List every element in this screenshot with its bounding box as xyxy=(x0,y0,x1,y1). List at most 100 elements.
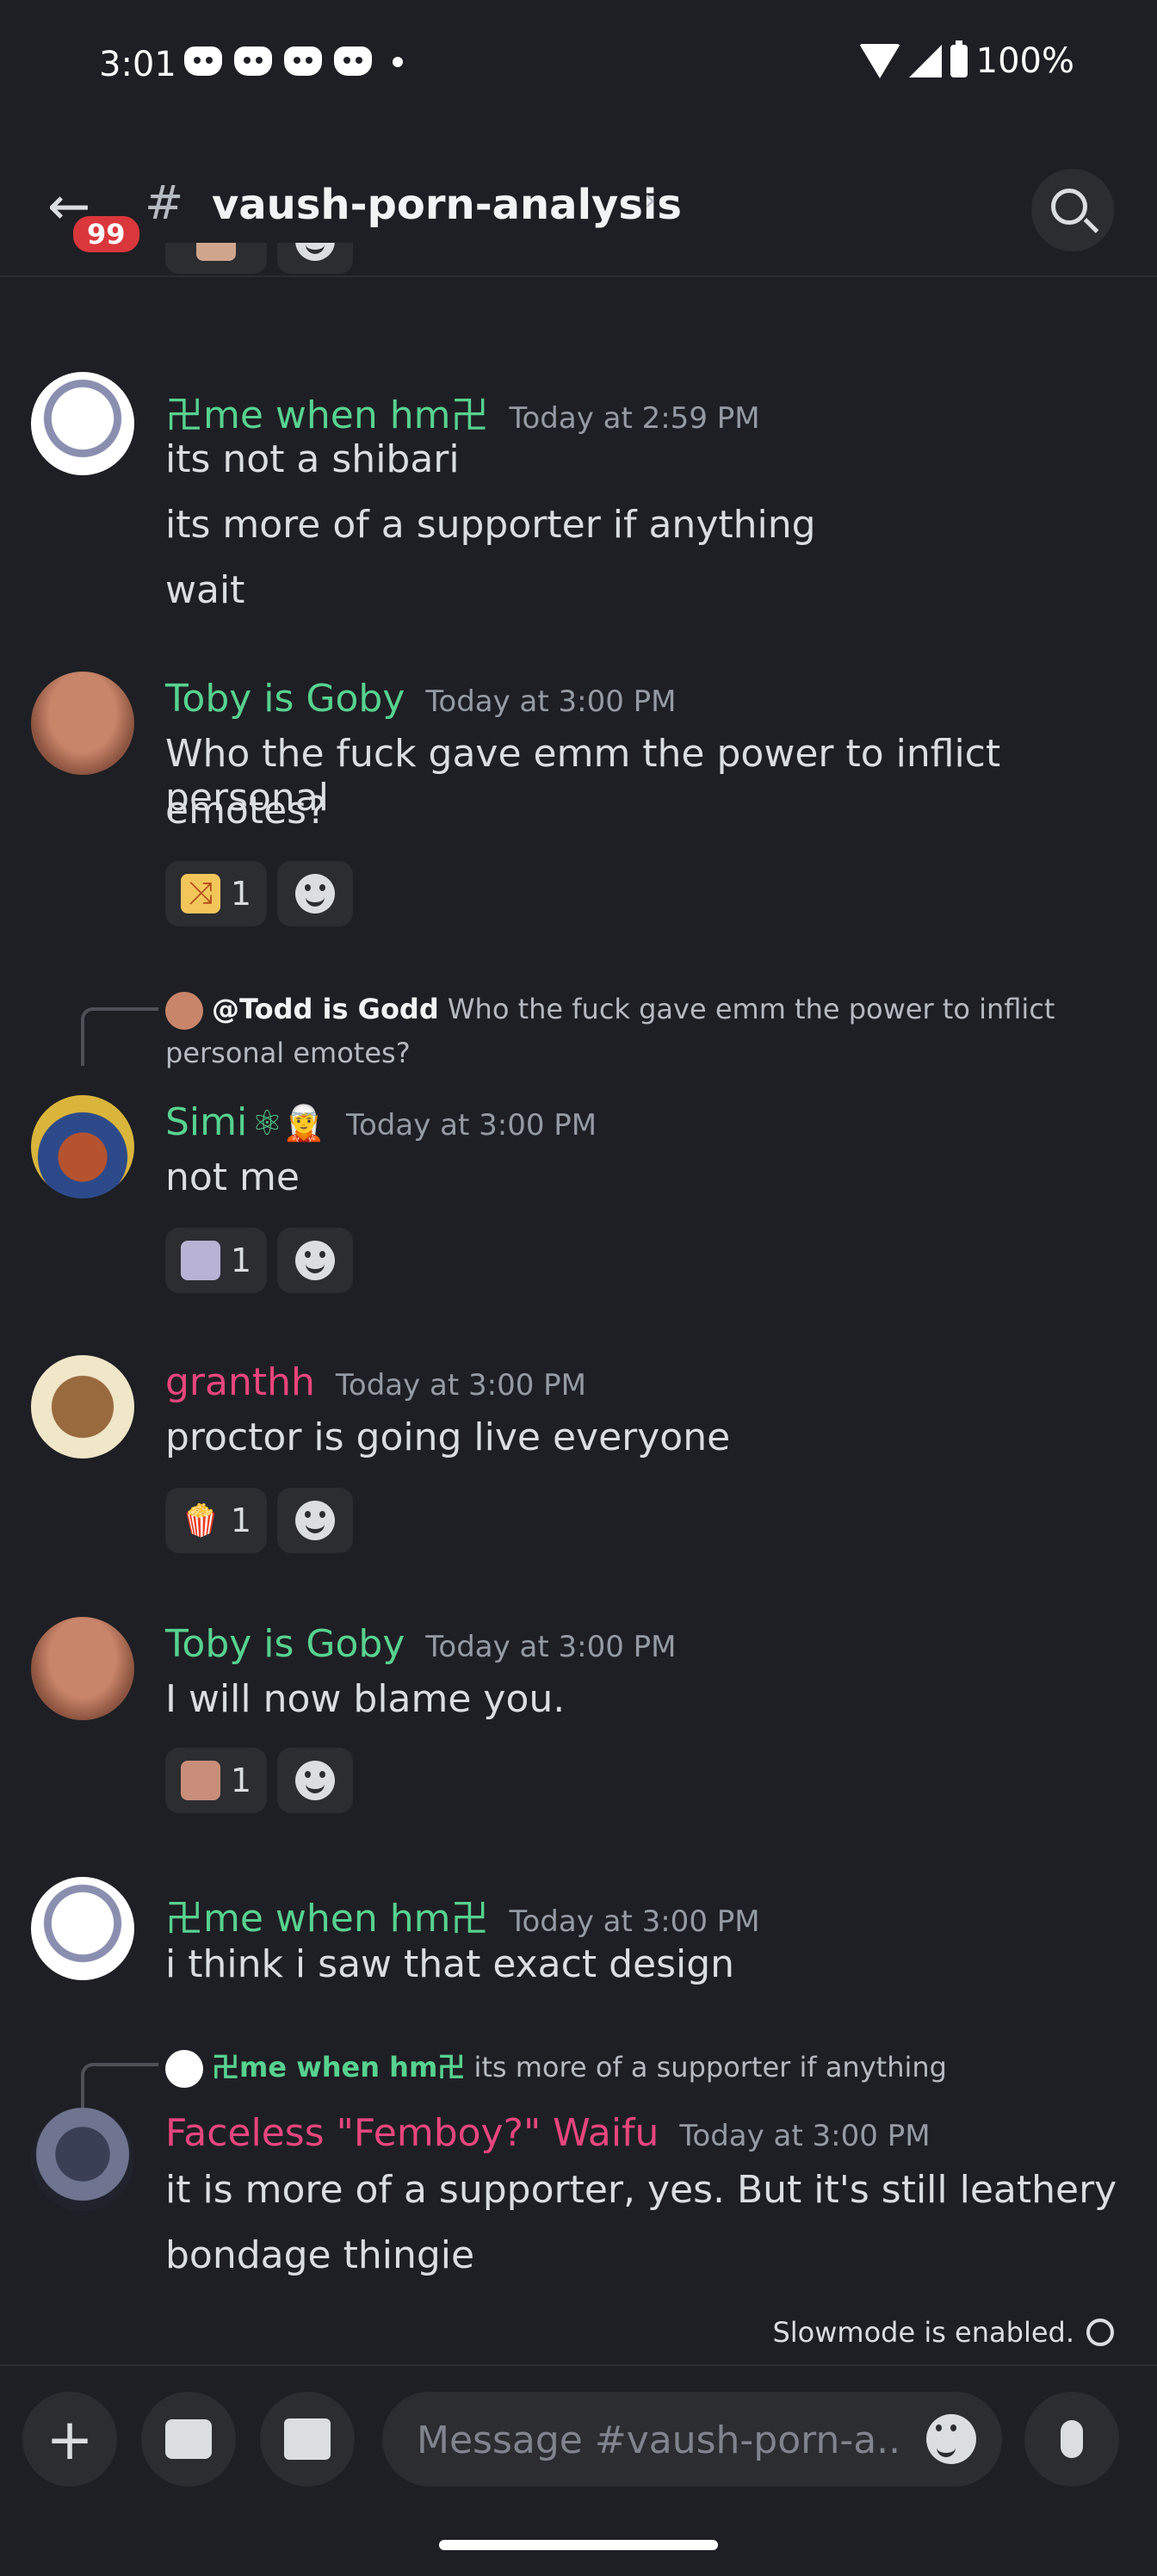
add-reaction-button[interactable] xyxy=(277,1228,353,1293)
search-icon xyxy=(1051,189,1087,225)
reaction-count: 1 xyxy=(230,1502,252,1539)
reactions: ⤨ 1 xyxy=(165,861,353,926)
reaction-pill[interactable]: ⤨ 1 xyxy=(165,861,267,926)
voice-button[interactable] xyxy=(1024,2392,1119,2486)
battery-percent: 100% xyxy=(975,41,1074,81)
search-button[interactable] xyxy=(1031,169,1114,251)
message-text: it is more of a supporter, yes. But it's… xyxy=(165,2168,1117,2212)
discord-icon xyxy=(184,46,222,76)
message-header: granthh Today at 3:00 PM xyxy=(165,1360,586,1404)
message-header: Toby is Goby Today at 3:00 PM xyxy=(165,677,677,721)
message-text: I will now blame you. xyxy=(165,1677,566,1721)
home-indicator[interactable] xyxy=(439,2540,718,2550)
emote-icon xyxy=(180,1241,220,1280)
avatar[interactable] xyxy=(31,672,134,775)
message-text: i think i saw that exact design xyxy=(165,1942,735,1986)
channel-title[interactable]: vaush-porn-analysis xyxy=(212,181,682,229)
message-header: Toby is Goby Today at 3:00 PM xyxy=(165,1622,677,1666)
reaction-pill[interactable]: 1 xyxy=(165,1748,267,1813)
add-reaction-icon xyxy=(295,1501,335,1540)
author-name[interactable]: 卍me when hm卍 xyxy=(165,393,488,437)
message-header: 卍me when hm卍 Today at 3:00 PM xyxy=(165,1887,760,1942)
message-text: not me xyxy=(165,1155,300,1199)
gift-icon xyxy=(284,2418,331,2460)
popcorn-icon: 🍿 xyxy=(181,1503,220,1539)
timestamp: Today at 3:00 PM xyxy=(425,1630,677,1664)
mic-icon xyxy=(1061,2420,1083,2458)
plus-button[interactable]: + xyxy=(22,2392,117,2486)
message-header: Simi ⚛🧝 Today at 3:00 PM xyxy=(165,1100,597,1144)
plus-icon: + xyxy=(46,2406,94,2473)
reply-connector xyxy=(81,1007,158,1066)
emote-icon: ⤨ xyxy=(180,874,220,913)
avatar[interactable] xyxy=(31,372,134,475)
timer-icon xyxy=(1086,2319,1114,2346)
status-time: 3:01 xyxy=(99,45,176,84)
image-icon xyxy=(165,2419,212,2459)
avatar[interactable] xyxy=(31,1877,134,1980)
author-name[interactable]: Faceless "Femboy?" Waifu xyxy=(165,2111,659,2155)
author-name[interactable]: granthh xyxy=(165,1360,315,1404)
cut-reactions xyxy=(165,243,353,307)
discord-icon xyxy=(234,46,272,76)
timestamp: Today at 3:00 PM xyxy=(346,1108,597,1142)
slowmode-text: Slowmode is enabled. xyxy=(772,2316,1074,2349)
hash-icon: # xyxy=(145,176,184,230)
add-reaction-icon xyxy=(295,1761,335,1800)
system-status: 100% xyxy=(858,40,1074,81)
notification-icons xyxy=(184,46,403,76)
chevron-right-icon[interactable]: › xyxy=(644,183,656,218)
author-name[interactable]: Simi xyxy=(165,1100,247,1144)
reply-snippet-continued: personal emotes? xyxy=(165,1037,411,1069)
author-name[interactable]: Toby is Goby xyxy=(165,1622,405,1666)
wifi-icon xyxy=(858,44,900,78)
reply-author: @Todd is Godd xyxy=(212,993,439,1025)
add-reaction-button[interactable] xyxy=(277,1488,353,1553)
reaction-pill[interactable]: 🍿 1 xyxy=(165,1488,267,1553)
emoji-button[interactable] xyxy=(926,2414,976,2464)
reply-preview[interactable]: @Todd is Godd Who the fuck gave emm the … xyxy=(165,992,1055,1030)
reaction-pill[interactable]: 1 xyxy=(165,1228,267,1293)
author-name[interactable]: Toby is Goby xyxy=(165,677,405,721)
reaction-count: 1 xyxy=(230,1242,252,1279)
gift-button[interactable] xyxy=(260,2392,355,2486)
emote-icon xyxy=(180,1761,220,1800)
reaction-pill[interactable] xyxy=(165,243,267,274)
message-input[interactable] xyxy=(415,2392,900,2488)
reaction-count: 1 xyxy=(230,1762,252,1799)
timestamp: Today at 3:00 PM xyxy=(509,1904,760,1939)
message-text: bondage thingie xyxy=(165,2233,475,2277)
reply-preview[interactable]: 卍me when hm卍 its more of a supporter if … xyxy=(165,2046,947,2088)
reactions: 🍿 1 xyxy=(165,1488,353,1553)
reply-snippet: its more of a supporter if anything xyxy=(473,2051,947,2084)
timestamp: Today at 2:59 PM xyxy=(509,401,760,436)
reply-snippet: Who the fuck gave emm the power to infli… xyxy=(447,993,1055,1025)
emoji-icon xyxy=(926,2414,976,2464)
author-name[interactable]: 卍me when hm卍 xyxy=(165,1897,488,1941)
add-reaction-icon xyxy=(295,1241,335,1280)
unread-badge: 99 xyxy=(69,212,144,257)
message-header: Faceless "Femboy?" Waifu Today at 3:00 PM xyxy=(165,2111,931,2155)
reaction-count: 1 xyxy=(230,875,252,913)
add-reaction-button[interactable] xyxy=(277,243,353,274)
discord-icon xyxy=(284,46,322,76)
message-text: its not a shibari xyxy=(165,437,460,481)
avatar[interactable] xyxy=(31,1095,134,1198)
timestamp: Today at 3:00 PM xyxy=(335,1368,587,1403)
image-button[interactable] xyxy=(141,2392,236,2486)
role-badges: ⚛🧝 xyxy=(251,1104,326,1143)
message-input-box[interactable] xyxy=(382,2392,1002,2488)
avatar[interactable] xyxy=(31,1617,134,1720)
add-reaction-button[interactable] xyxy=(277,1748,353,1813)
avatar[interactable] xyxy=(31,1355,134,1458)
add-reaction-button[interactable] xyxy=(277,861,353,926)
message-text: its more of a supporter if anything xyxy=(165,503,816,547)
emote-icon xyxy=(196,243,236,261)
reply-avatar xyxy=(165,2050,203,2088)
message-text: proctor is going live everyone xyxy=(165,1415,731,1459)
avatar[interactable] xyxy=(31,2108,134,2211)
slowmode-notice: Slowmode is enabled. xyxy=(772,2316,1114,2349)
message-text: emotes? xyxy=(165,789,327,833)
reply-connector xyxy=(81,2063,158,2111)
message-text: wait xyxy=(165,568,245,612)
